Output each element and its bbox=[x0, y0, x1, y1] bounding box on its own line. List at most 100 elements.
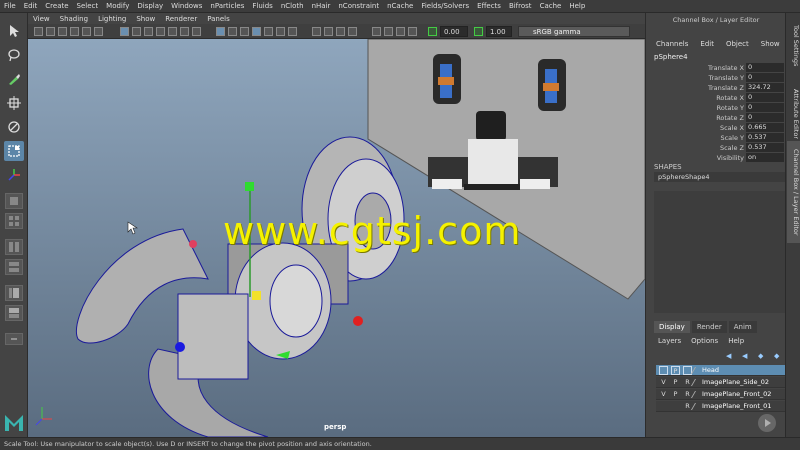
layer-color-swatch[interactable] bbox=[690, 367, 703, 374]
new-layer-selected-icon[interactable]: ◆ bbox=[774, 352, 784, 360]
menu-ncloth[interactable]: nCloth bbox=[277, 2, 308, 10]
layer-row-head[interactable]: P Head bbox=[656, 365, 786, 376]
use-all-lights-icon[interactable] bbox=[276, 27, 285, 36]
vp-menu-renderer[interactable]: Renderer bbox=[160, 15, 202, 23]
layer-row-imageplane-front-01[interactable]: R ImagePlane_Front_01 bbox=[656, 401, 786, 412]
layer-row-imageplane-side-02[interactable]: V P R ImagePlane_Side_02 bbox=[656, 377, 786, 388]
outliner-layout-icon[interactable] bbox=[5, 285, 23, 301]
camera-attributes-icon[interactable] bbox=[46, 27, 55, 36]
cb-menu-channels[interactable]: Channels bbox=[656, 40, 688, 48]
select-tool-icon[interactable] bbox=[4, 21, 24, 41]
grid-icon[interactable] bbox=[120, 27, 129, 36]
color-space-dropdown[interactable]: sRGB gamma bbox=[518, 26, 630, 37]
shape-node[interactable]: pSphereShape4 bbox=[654, 172, 786, 182]
bookmark-icon[interactable] bbox=[58, 27, 67, 36]
two-d-pan-icon[interactable] bbox=[82, 27, 91, 36]
xray-joints-icon[interactable] bbox=[396, 27, 405, 36]
gate-mask-icon[interactable] bbox=[156, 27, 165, 36]
attr-rotate-z[interactable]: Rotate Z0 bbox=[646, 113, 786, 123]
layer-menu-layers[interactable]: Layers bbox=[658, 337, 681, 345]
rotate-tool-icon[interactable] bbox=[4, 117, 24, 137]
menu-nhair[interactable]: nHair bbox=[308, 2, 335, 10]
object-name[interactable]: pSphere4 bbox=[654, 53, 688, 61]
manipulator-x-handle[interactable] bbox=[353, 316, 363, 326]
exposure-field[interactable]: 0.00 bbox=[440, 26, 468, 37]
tab-attribute-editor[interactable]: Attribute Editor bbox=[787, 81, 800, 147]
menu-help[interactable]: Help bbox=[565, 2, 589, 10]
manipulator-y-handle[interactable] bbox=[245, 182, 254, 191]
cb-menu-edit[interactable]: Edit bbox=[700, 40, 714, 48]
paint-select-icon[interactable] bbox=[4, 69, 24, 89]
menu-edit[interactable]: Edit bbox=[20, 2, 42, 10]
tab-anim[interactable]: Anim bbox=[728, 321, 757, 333]
move-layer-down-icon[interactable]: ◀ bbox=[742, 352, 752, 360]
grease-pencil-icon[interactable] bbox=[94, 27, 103, 36]
single-pane-layout-icon[interactable] bbox=[5, 193, 23, 209]
menu-windows[interactable]: Windows bbox=[167, 2, 206, 10]
viewport-persp[interactable]: www.cgtsj.com persp bbox=[28, 39, 645, 437]
play-overlay-icon[interactable] bbox=[758, 414, 776, 432]
vp-menu-panels[interactable]: Panels bbox=[202, 15, 235, 23]
gamma-field[interactable]: 1.00 bbox=[486, 26, 512, 37]
motion-blur-icon[interactable] bbox=[324, 27, 333, 36]
move-tool-icon[interactable] bbox=[4, 93, 24, 113]
vp-menu-shading[interactable]: Shading bbox=[55, 15, 93, 23]
cb-menu-show[interactable]: Show bbox=[761, 40, 780, 48]
new-layer-icon[interactable]: ◆ bbox=[758, 352, 768, 360]
depth-of-field-icon[interactable] bbox=[348, 27, 357, 36]
tab-tool-settings[interactable]: Tool Settings bbox=[787, 15, 800, 77]
cb-menu-object[interactable]: Object bbox=[726, 40, 749, 48]
menu-modify[interactable]: Modify bbox=[102, 2, 133, 10]
xray-components-icon[interactable] bbox=[408, 27, 417, 36]
more-layouts-icon[interactable] bbox=[5, 333, 23, 345]
attr-scale-z[interactable]: Scale Z 0.537 bbox=[646, 143, 786, 153]
tab-display[interactable]: Display bbox=[654, 321, 690, 333]
manipulator-center-handle[interactable] bbox=[252, 291, 261, 300]
wireframe-on-shaded-icon[interactable] bbox=[252, 27, 261, 36]
menu-fluids[interactable]: Fluids bbox=[248, 2, 276, 10]
manipulator-z-handle[interactable] bbox=[175, 342, 185, 352]
shadows-icon[interactable] bbox=[288, 27, 297, 36]
camera-select-icon[interactable] bbox=[34, 27, 43, 36]
menu-display[interactable]: Display bbox=[133, 2, 167, 10]
gamma-icon[interactable] bbox=[474, 27, 483, 36]
vp-menu-lighting[interactable]: Lighting bbox=[93, 15, 131, 23]
menu-effects[interactable]: Effects bbox=[473, 2, 505, 10]
layer-menu-options[interactable]: Options bbox=[691, 337, 718, 345]
resolution-gate-icon[interactable] bbox=[144, 27, 153, 36]
move-layer-up-icon[interactable]: ◀ bbox=[726, 352, 736, 360]
safe-action-icon[interactable] bbox=[180, 27, 189, 36]
menu-nparticles[interactable]: nParticles bbox=[206, 2, 248, 10]
xray-icon[interactable] bbox=[384, 27, 393, 36]
attr-translate-x[interactable]: Translate X0 bbox=[646, 63, 786, 73]
menu-fields-solvers[interactable]: Fields/Solvers bbox=[417, 2, 473, 10]
attr-scale-x[interactable]: Scale X 0.665 bbox=[646, 123, 786, 133]
image-plane-icon[interactable] bbox=[70, 27, 79, 36]
menu-ncache[interactable]: nCache bbox=[383, 2, 417, 10]
safe-title-icon[interactable] bbox=[192, 27, 201, 36]
layer-menu-help[interactable]: Help bbox=[728, 337, 744, 345]
attr-rotate-x[interactable]: Rotate X0 bbox=[646, 93, 786, 103]
scale-tool-icon[interactable] bbox=[4, 141, 24, 161]
pivot-marker[interactable] bbox=[189, 240, 197, 248]
tab-channel-box[interactable]: Channel Box / Layer Editor bbox=[787, 141, 800, 243]
tab-render[interactable]: Render bbox=[691, 321, 727, 333]
smooth-shade-icon[interactable] bbox=[228, 27, 237, 36]
exposure-icon[interactable] bbox=[428, 27, 437, 36]
graph-layout-icon[interactable] bbox=[5, 305, 23, 321]
wireframe-icon[interactable] bbox=[216, 27, 225, 36]
attr-translate-y[interactable]: Translate Y0 bbox=[646, 73, 786, 83]
layer-color-swatch[interactable] bbox=[690, 391, 703, 398]
menu-select[interactable]: Select bbox=[73, 2, 103, 10]
anti-aliasing-icon[interactable] bbox=[336, 27, 345, 36]
attr-rotate-y[interactable]: Rotate Y0 bbox=[646, 103, 786, 113]
layer-color-swatch[interactable] bbox=[690, 379, 703, 386]
two-pane-side-icon[interactable] bbox=[5, 239, 23, 255]
vp-menu-show[interactable]: Show bbox=[131, 15, 160, 23]
attr-scale-y[interactable]: Scale Y 0.537 bbox=[646, 133, 786, 143]
isolate-select-icon[interactable] bbox=[372, 27, 381, 36]
vp-menu-view[interactable]: View bbox=[28, 15, 55, 23]
ambient-occlusion-icon[interactable] bbox=[312, 27, 321, 36]
two-pane-stacked-icon[interactable] bbox=[5, 259, 23, 275]
attr-translate-z[interactable]: Translate Z 324.72 bbox=[646, 83, 786, 93]
